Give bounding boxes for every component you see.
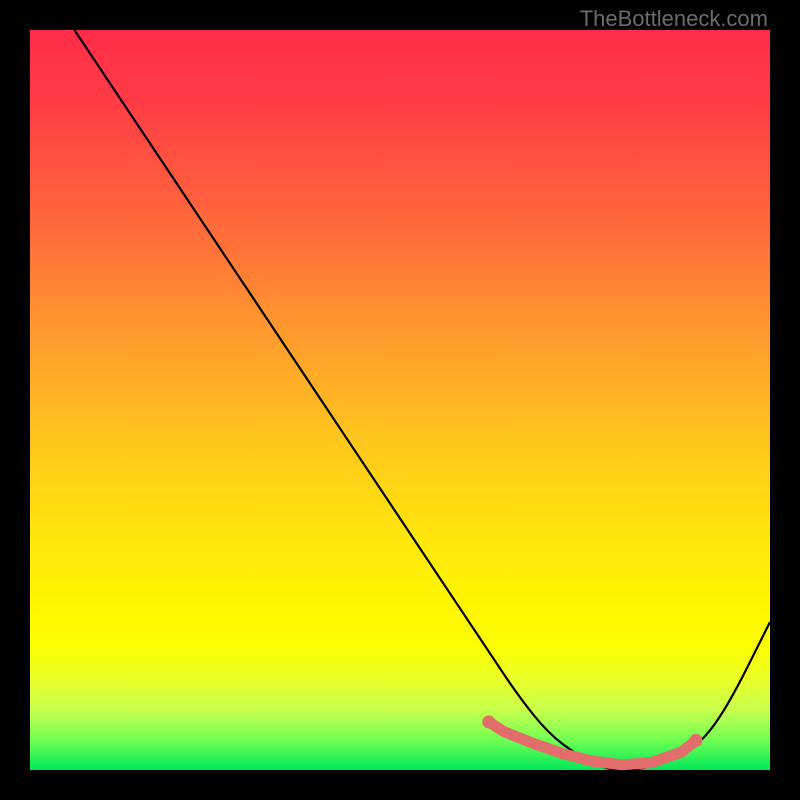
marker-band-start-dot — [482, 715, 495, 728]
chart-frame: TheBottleneck.com — [0, 0, 800, 800]
plot-area — [30, 30, 770, 770]
marker-band-stroke — [489, 722, 696, 765]
plot-overlay — [30, 30, 770, 770]
bottleneck-curve — [74, 30, 770, 770]
marker-band — [482, 715, 702, 764]
watermark-text: TheBottleneck.com — [580, 6, 768, 32]
marker-band-end-dot — [690, 734, 703, 747]
